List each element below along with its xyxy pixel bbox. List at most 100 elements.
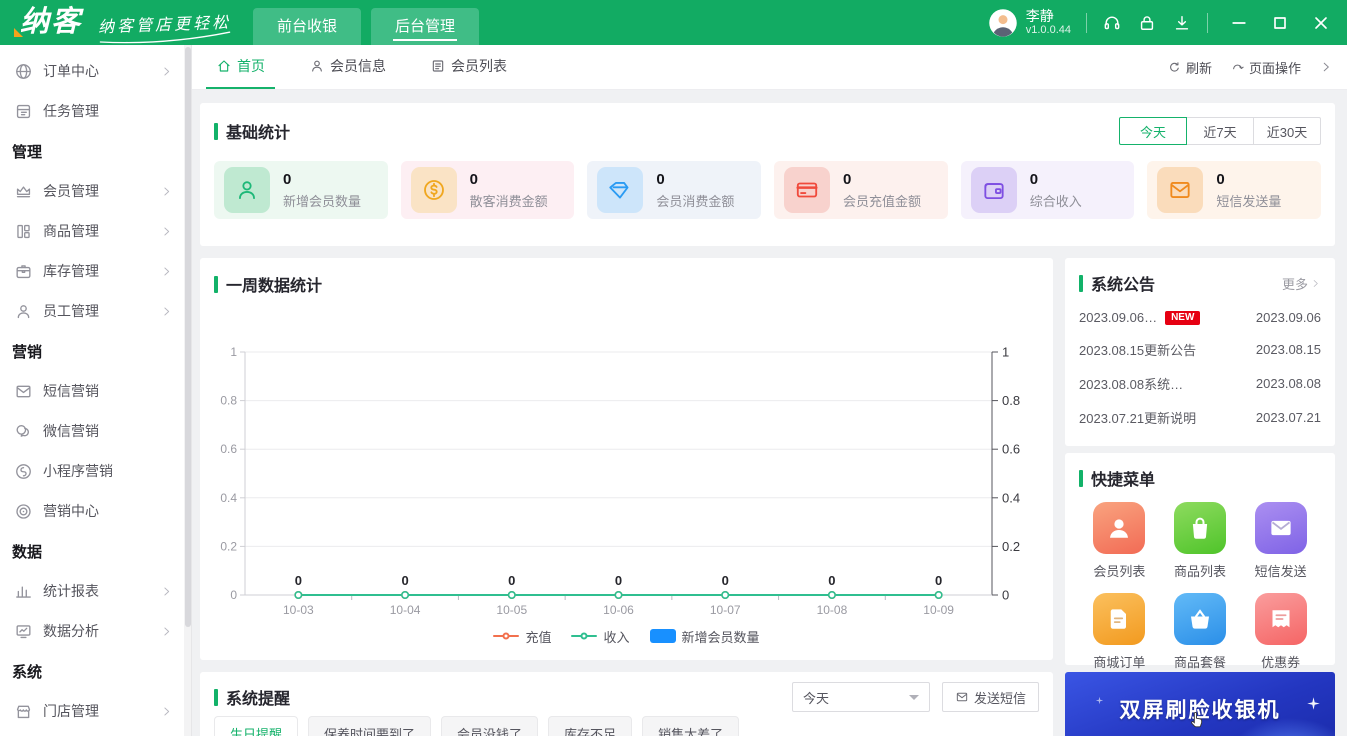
svg-text:0: 0: [295, 573, 302, 588]
legend-line-marker: [493, 632, 520, 640]
envelope-fill-icon: [1254, 502, 1307, 554]
legend-item[interactable]: 充值: [493, 627, 551, 646]
store-icon: [14, 702, 33, 721]
stat-value: 0: [843, 170, 852, 188]
user-profile[interactable]: 李静 v1.0.0.44: [988, 8, 1071, 38]
legend-item[interactable]: 新增会员数量: [649, 627, 760, 646]
quick-menu-sms-send[interactable]: 短信发送: [1254, 502, 1307, 580]
svg-text:0.6: 0.6: [1002, 442, 1020, 457]
announcement-item[interactable]: 2023.09.06… NEW 2023.09.06: [1079, 310, 1321, 325]
stat-value: 0: [469, 170, 479, 188]
tab-member-list[interactable]: 会员列表: [420, 45, 517, 89]
period-button-today[interactable]: 今天: [1119, 117, 1187, 145]
sidebar-item-label: 数据分析: [43, 623, 99, 639]
reminder-period-select[interactable]: 今天: [791, 682, 930, 712]
home-icon: [216, 58, 232, 74]
sidebar-item-statistics-reports[interactable]: 统计报表: [0, 571, 191, 611]
stat-value: 0: [656, 170, 665, 188]
hand-cursor-icon: [1187, 708, 1209, 730]
sidebar-item-sms-marketing[interactable]: 短信营销: [0, 371, 191, 411]
divider: [1207, 12, 1208, 33]
stat-text: 0 新增会员数量: [283, 171, 361, 210]
chevron-right-icon: [160, 185, 173, 198]
minimize-button[interactable]: [1229, 13, 1249, 33]
period-button-group: 今天 近7天 近30天: [1119, 117, 1321, 145]
announcement-date: 2023.08.15: [1255, 342, 1321, 357]
lock-icon[interactable]: [1137, 13, 1157, 33]
svg-text:10-07: 10-07: [710, 603, 741, 617]
promo-banner[interactable]: 双屏刷脸收银机: [1065, 672, 1335, 736]
page-ops-action[interactable]: 页面操作: [1230, 58, 1301, 77]
period-button-last7[interactable]: 近7天: [1186, 117, 1254, 145]
topbar-right: 李静 v1.0.0.44: [988, 0, 1347, 45]
sidebar-item-wechat-marketing[interactable]: 微信营销: [0, 411, 191, 451]
svg-text:10-03: 10-03: [283, 603, 314, 617]
period-button-last30[interactable]: 近30天: [1253, 117, 1321, 145]
wallet-icon: [970, 167, 1017, 213]
tab-home[interactable]: 首页: [206, 45, 275, 89]
sidebar-section-data: 数据: [12, 543, 43, 561]
sidebar-item-data-analysis[interactable]: 数据分析: [0, 611, 191, 651]
announcement-title: 2023.07.21更新说明: [1079, 408, 1196, 427]
announcements-more-link[interactable]: 更多: [1282, 274, 1321, 293]
quick-menu-product-list[interactable]: 商品列表: [1173, 502, 1226, 580]
top-nav-front-cashier[interactable]: 前台收银: [253, 8, 362, 45]
support-icon[interactable]: [1102, 13, 1122, 33]
reminder-tab-low-stock[interactable]: 库存不足: [548, 716, 633, 736]
sidebar-item-inventory-management[interactable]: 库存管理: [0, 251, 191, 291]
announcement-item[interactable]: 2023.08.15更新公告 2023.08.15: [1079, 340, 1321, 359]
page-actions-chevron-icon[interactable]: [1319, 60, 1333, 74]
chevron-right-icon: [160, 585, 173, 598]
announcement-title: 2023.08.08系统…: [1079, 374, 1183, 393]
legend-item[interactable]: 收入: [571, 627, 630, 646]
quick-menu-member-list[interactable]: 会员列表: [1093, 502, 1145, 580]
announcement-item[interactable]: 2023.08.08系统… 2023.08.08: [1079, 374, 1321, 393]
download-icon[interactable]: [1172, 13, 1192, 33]
logo-accent: [14, 28, 23, 37]
sidebar-item-staff-management[interactable]: 员工管理: [0, 291, 191, 331]
reminder-tab-birthday[interactable]: 生日提醒: [214, 716, 299, 736]
diamond-icon: [597, 167, 644, 213]
svg-text:10-09: 10-09: [923, 603, 954, 617]
top-nav-label: 后台管理: [393, 12, 458, 41]
reminder-tab-member-no-money[interactable]: 会员没钱了: [441, 716, 539, 736]
sidebar-item-label: 员工管理: [43, 303, 99, 319]
refresh-action[interactable]: 刷新: [1167, 58, 1212, 77]
sidebar-scrollbar-thumb[interactable]: [185, 47, 191, 628]
sidebar-item-task-management[interactable]: 任务管理: [0, 91, 191, 131]
reminder-tab-maintenance-due[interactable]: 保养时间要到了: [308, 716, 432, 736]
tab-member-info[interactable]: 会员信息: [299, 45, 396, 89]
quick-menu-mall-orders[interactable]: 商城订单: [1093, 593, 1145, 671]
svg-text:0: 0: [401, 573, 408, 588]
tab-strip: 首页 会员信息 会员列表 刷新 页面操作: [192, 45, 1347, 90]
send-sms-button[interactable]: 发送短信: [941, 682, 1039, 712]
quick-menu-coupons[interactable]: 优惠券: [1254, 593, 1307, 671]
quick-menu-product-packages[interactable]: 商品套餐: [1173, 593, 1226, 671]
person-icon: [309, 58, 325, 74]
sidebar-item-member-management[interactable]: 会员管理: [0, 171, 191, 211]
sidebar-item-marketing-center[interactable]: 营销中心: [0, 491, 191, 531]
sidebar-item-product-management[interactable]: 商品管理: [0, 211, 191, 251]
legend-label: 新增会员数量: [681, 629, 760, 645]
sidebar-item-label: 订单中心: [43, 63, 99, 79]
weekly-chart-card: 一周数据统计 0 0.2 0.4 0.6 0.8 1 0 0.2 0.4 0.6 0.8 1 10-03…: [200, 258, 1053, 660]
close-button[interactable]: [1311, 13, 1331, 33]
sidebar-item-order-center[interactable]: 订单中心: [0, 51, 191, 91]
sidebar-section-system: 系统: [12, 663, 43, 681]
maximize-button[interactable]: [1270, 13, 1290, 33]
reminder-period-value: 今天: [802, 690, 829, 706]
chevron-right-icon: [160, 625, 173, 638]
quick-menu-label: 商品套餐: [1173, 655, 1226, 670]
top-nav-back-office[interactable]: 后台管理: [371, 8, 480, 45]
chevron-right-icon: [1310, 278, 1321, 289]
basket-icon: [1173, 593, 1226, 645]
svg-text:0.4: 0.4: [1002, 490, 1020, 505]
sidebar-item-store-management[interactable]: 门店管理: [0, 691, 191, 731]
svg-text:0: 0: [230, 588, 237, 602]
sidebar-section-management: 管理: [12, 143, 43, 161]
announcement-date: 2023.07.21: [1255, 410, 1321, 425]
reminder-tab-poor-sales[interactable]: 销售太差了: [642, 716, 740, 736]
sidebar-item-miniprogram-marketing[interactable]: 小程序营销: [0, 451, 191, 491]
sidebar-item-label: 任务管理: [43, 103, 99, 119]
announcement-item[interactable]: 2023.07.21更新说明 2023.07.21: [1079, 408, 1321, 427]
